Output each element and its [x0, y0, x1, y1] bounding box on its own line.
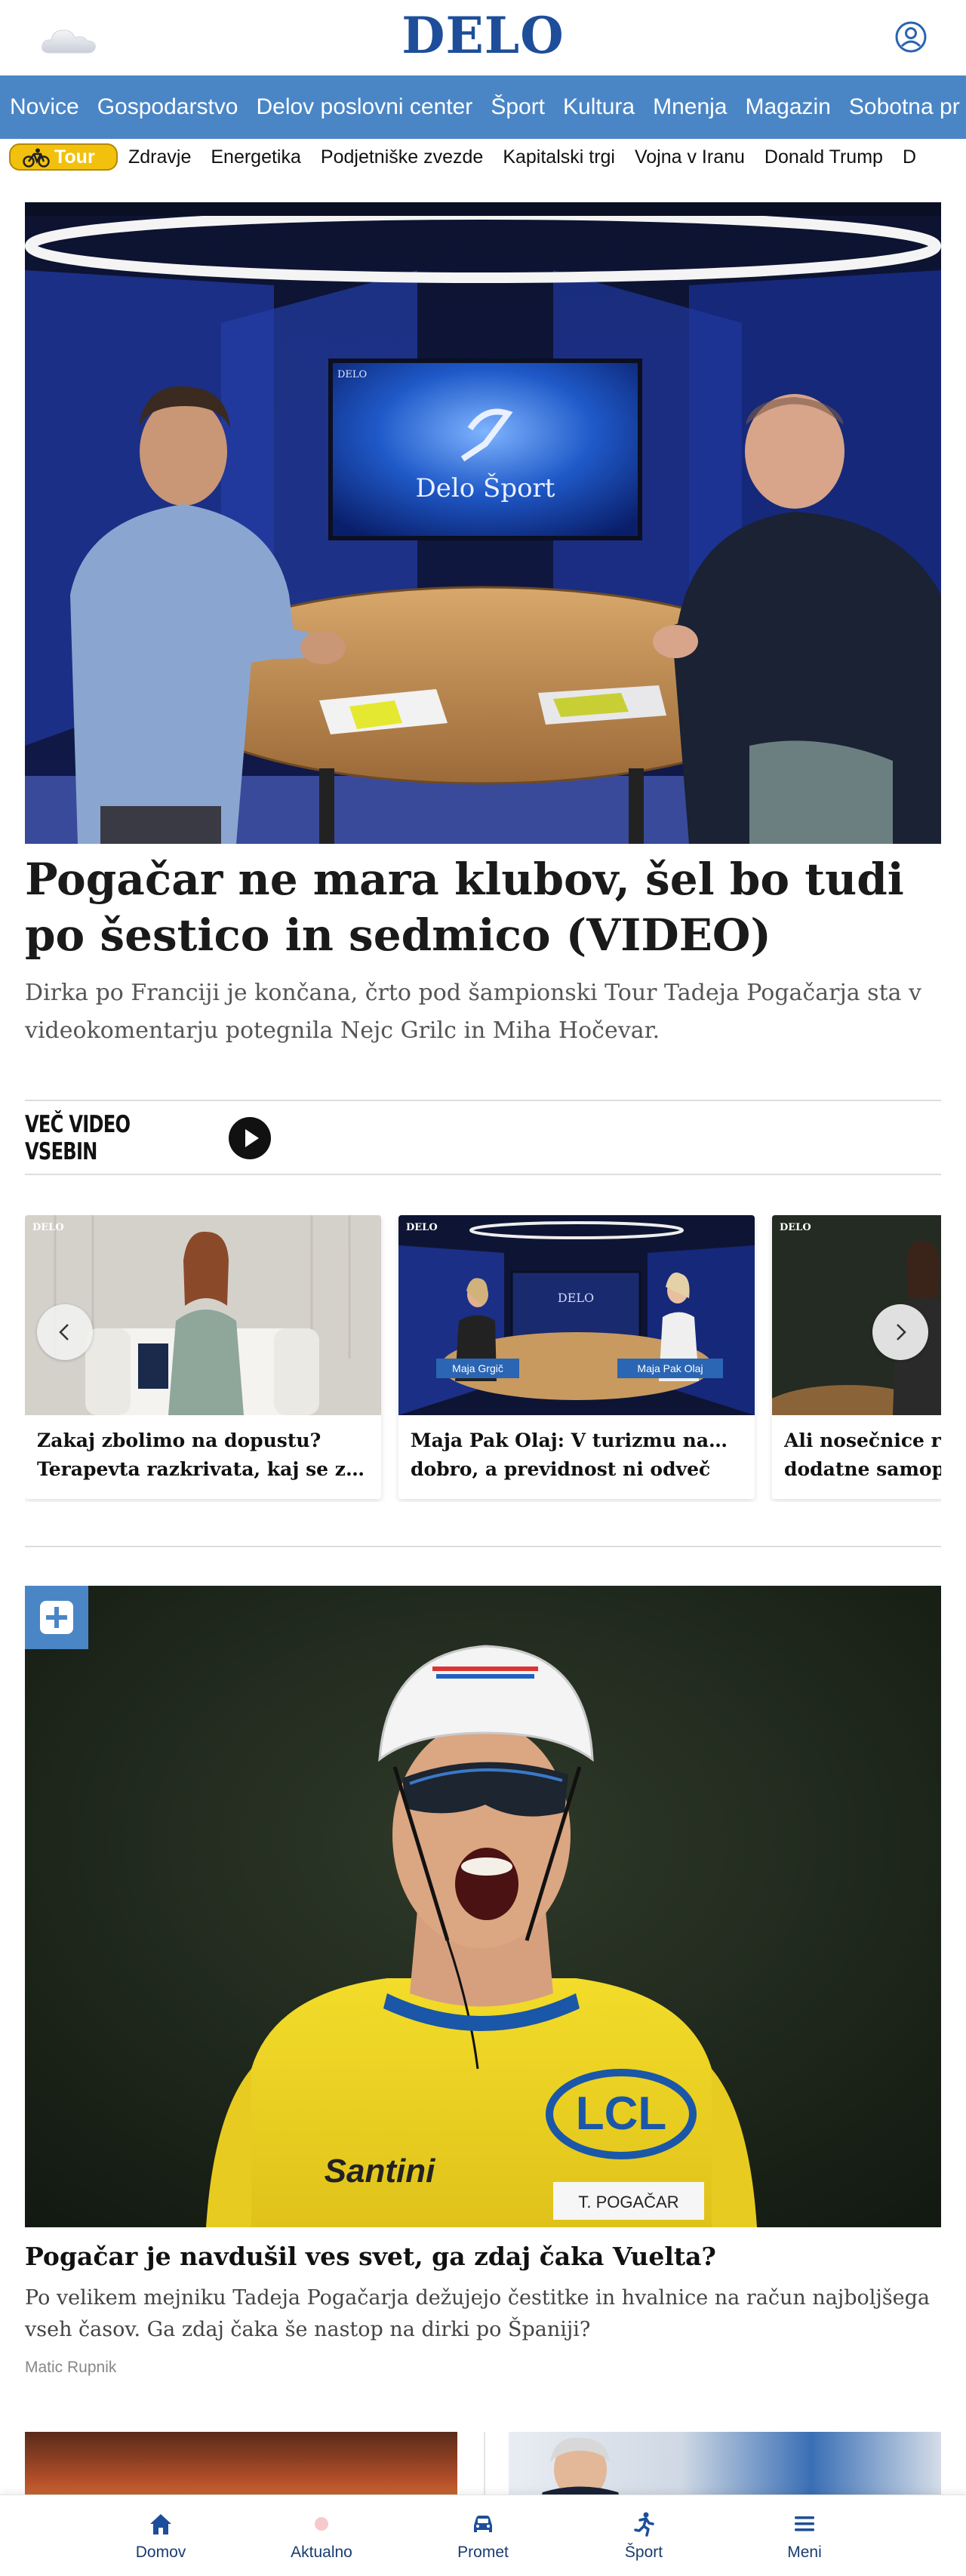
bottom-nav: Domov Aktualno Promet Šport Meni	[0, 2494, 966, 2576]
tag-tour-label: Tour	[54, 146, 95, 168]
name-tag-left: Maja Grgič	[452, 1362, 503, 1374]
jersey-brand: Santini	[325, 2153, 435, 2190]
screen-corner-logo: DELO	[337, 369, 367, 380]
tag-item[interactable]: Energetika	[211, 139, 301, 175]
carousel-next-button[interactable]	[872, 1304, 928, 1360]
bottom-nav-aktualno[interactable]: Aktualno	[246, 2495, 397, 2576]
bottom-nav-label: Promet	[457, 2544, 509, 2561]
video-thumbnail[interactable]: DELO Maja Grgič Maja Pak Olaj DELO	[398, 1215, 755, 1415]
carousel-prev-button[interactable]	[37, 1304, 93, 1360]
bottom-nav-label: Meni	[787, 2544, 822, 2561]
video-card-title[interactable]: Zakaj zbolimo na dopustu? Terapevta razk…	[37, 1426, 369, 1484]
bottom-nav-menu[interactable]: Meni	[729, 2495, 880, 2576]
main-nav: Novice Gospodarstvo Delov poslovni center Š…	[0, 75, 966, 139]
bicycle-icon	[23, 148, 50, 168]
live-dot-icon	[315, 2517, 328, 2531]
name-tag-right: Maja Pak Olaj	[637, 1362, 703, 1374]
video-card-title[interactable]: Ali nosečnice res dodatne samopla	[784, 1426, 941, 1484]
plus-icon	[40, 1601, 73, 1634]
video-carousel[interactable]: DELO Zakaj zbolimo na dopustu? Terapevta…	[25, 1215, 941, 1502]
tag-bar: Tour Zdravje Energetika Podjetniške zvezde…	[0, 139, 966, 175]
card-screen-logo: DELO	[558, 1291, 594, 1305]
jersey-text: LCL	[576, 2088, 667, 2140]
nav-item-novice[interactable]: Novice	[0, 75, 88, 139]
nav-item-delov-poslovni-center[interactable]: Delov poslovni center	[246, 75, 481, 139]
article-image[interactable]: LCL Santini T. POGAČAR	[25, 1586, 941, 2227]
nav-item-gospodarstvo[interactable]: Gospodarstvo	[88, 75, 247, 139]
nav-item-mnenja[interactable]: Mnenja	[643, 75, 735, 139]
bottom-nav-promet[interactable]: Promet	[408, 2495, 558, 2576]
bottom-nav-home[interactable]: Domov	[85, 2495, 236, 2576]
bottom-nav-label: Domov	[135, 2544, 186, 2561]
screen-brand: Delo Šport	[416, 472, 555, 503]
video-card[interactable]: DELO Ali nosečnice res dodatne samopla	[772, 1215, 941, 1499]
tag-item[interactable]: Vojna v Iranu	[635, 139, 745, 175]
site-logo[interactable]: DELO	[0, 6, 966, 65]
divider	[25, 1174, 941, 1175]
site-header: DELO	[0, 0, 966, 75]
menu-icon	[795, 2516, 814, 2531]
chevron-right-icon	[897, 1324, 906, 1340]
hero-image[interactable]: Delo Šport DELO	[25, 202, 941, 844]
bib-name: T. POGAČAR	[578, 2193, 678, 2211]
video-section-label: VEČ VIDEO VSEBIN	[25, 1111, 131, 1165]
nav-item-magazin[interactable]: Magazin	[736, 75, 839, 139]
car-icon	[474, 2516, 492, 2532]
nav-item-sport[interactable]: Šport	[481, 75, 553, 139]
card-corner-logo: DELO	[32, 1222, 64, 1233]
tag-item[interactable]: Kapitalski trgi	[503, 139, 615, 175]
plus-badge	[25, 1586, 88, 1649]
article-title[interactable]: Pogačar je navdušil ves svet, ga zdaj ča…	[25, 2239, 941, 2275]
hero-title[interactable]: Pogačar ne mara klubov, šel bo tudi po š…	[25, 851, 941, 963]
play-icon[interactable]	[229, 1117, 271, 1159]
bottom-nav-label: Šport	[624, 2544, 663, 2561]
tag-tour-button[interactable]: Tour	[9, 143, 118, 171]
card-corner-logo: DELO	[406, 1222, 438, 1233]
hero-lead: Dirka po Franciji je končana, črto pod š…	[25, 980, 922, 1044]
divider	[25, 1100, 941, 1101]
divider	[25, 1546, 941, 1547]
tag-item[interactable]: Donald Trump	[764, 139, 883, 175]
card-corner-logo: DELO	[780, 1222, 811, 1233]
runner-icon	[634, 2512, 654, 2537]
article-lead: Po velikem mejniku Tadeja Pogačarja dežu…	[25, 2286, 930, 2341]
home-icon	[150, 2514, 171, 2534]
nav-item-sobotna[interactable]: Sobotna pr	[839, 75, 966, 139]
article-author[interactable]: Matic Rupnik	[25, 2359, 116, 2377]
user-circle-icon[interactable]	[894, 20, 928, 54]
video-card[interactable]: DELO Maja Grgič Maja Pak Olaj DELO Maja …	[398, 1215, 755, 1499]
nav-item-kultura[interactable]: Kultura	[553, 75, 643, 139]
video-card-title[interactable]: Maja Pak Olaj: V turizmu nam gre dobro, …	[411, 1426, 743, 1484]
video-section-header[interactable]: VEČ VIDEO VSEBIN	[25, 1111, 271, 1165]
bottom-nav-sport[interactable]: Šport	[568, 2495, 719, 2576]
tag-item[interactable]: Zdravje	[128, 139, 191, 175]
tag-item[interactable]: Podjetniške zvezde	[321, 139, 483, 175]
video-card[interactable]: DELO Zakaj zbolimo na dopustu? Terapevta…	[25, 1215, 381, 1499]
tag-item[interactable]: D	[903, 139, 916, 175]
bottom-nav-label: Aktualno	[291, 2544, 352, 2561]
chevron-left-icon	[59, 1324, 69, 1340]
